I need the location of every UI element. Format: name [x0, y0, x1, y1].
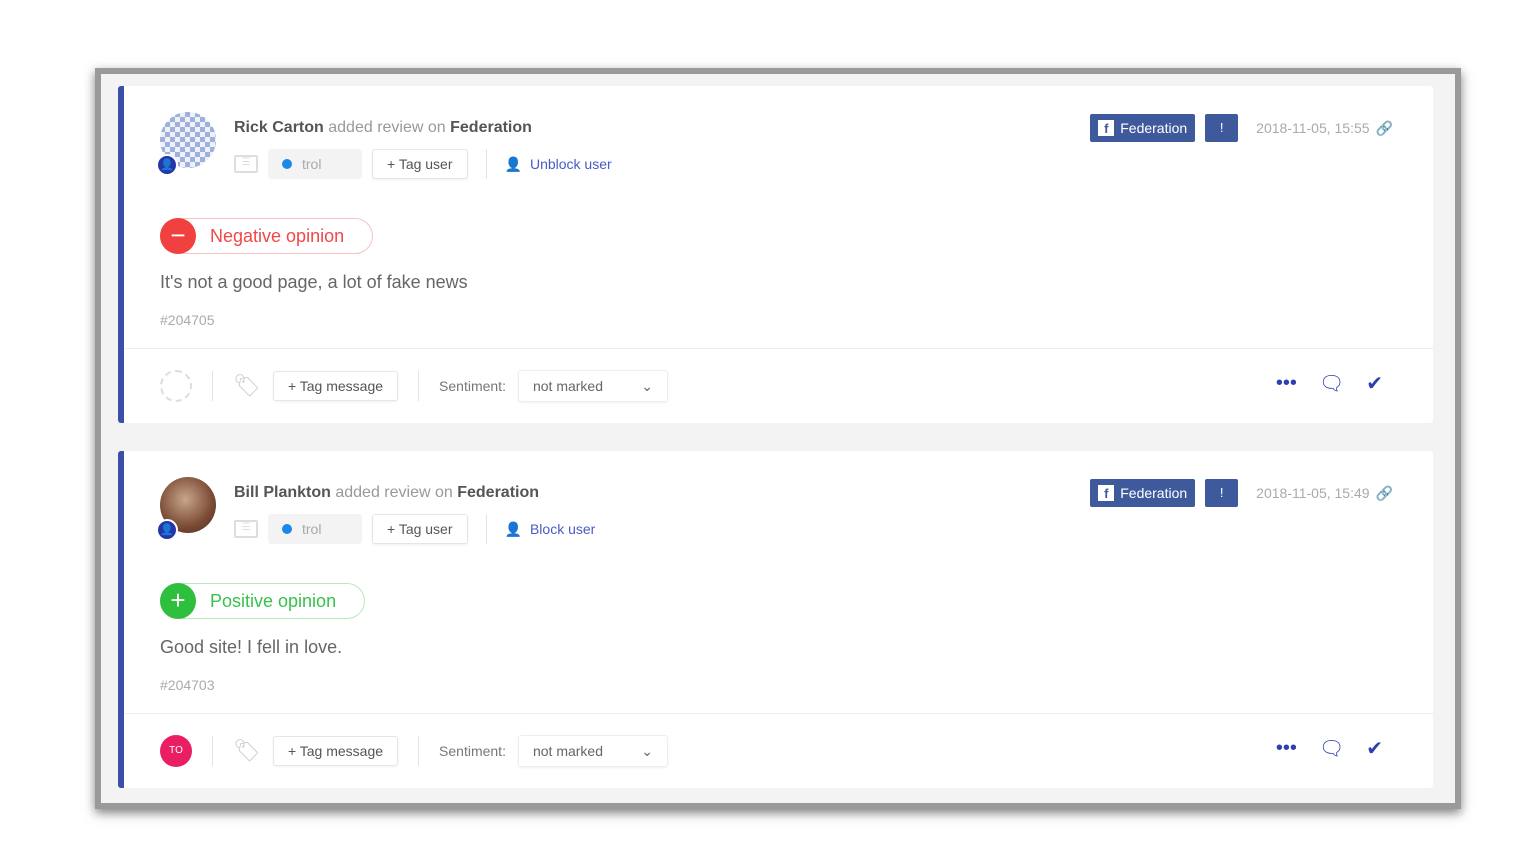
tag-message-button[interactable]: + Tag message: [272, 371, 399, 401]
sentiment-select[interactable]: not marked ⌄: [517, 370, 668, 402]
opinion-badge: − Negative opinion: [160, 217, 374, 254]
label-dot-icon: [282, 524, 292, 534]
id-card-icon[interactable]: ☰: [234, 155, 258, 173]
target-name[interactable]: Federation: [457, 484, 539, 501]
sentiment-value: not marked: [532, 378, 604, 394]
divider: [418, 736, 420, 766]
sentiment-value: not marked: [532, 743, 604, 759]
user-badge-icon: 👤: [156, 519, 178, 541]
opinion-label: Positive opinion: [210, 590, 337, 611]
chevron-down-icon: ⌄: [641, 742, 653, 759]
date-text: 2018-11-05, 15:55: [1256, 119, 1370, 136]
opinion-label: Negative opinion: [210, 225, 345, 246]
sentiment-label: Sentiment:: [439, 378, 506, 394]
divider: [212, 371, 213, 401]
review-footer: TO 🏷 + Tag message Sentiment: not marked…: [124, 713, 1433, 788]
more-icon[interactable]: •••: [1276, 372, 1297, 395]
tag-icon: 🏷: [233, 373, 261, 398]
assignee-placeholder[interactable]: [160, 370, 192, 402]
review-footer: 🏷 + Tag message Sentiment: not marked ⌄ •…: [124, 348, 1433, 423]
plus-icon: +: [160, 582, 196, 619]
opinion-badge: + Positive opinion: [160, 582, 366, 619]
tag-user-button[interactable]: + Tag user: [372, 149, 468, 179]
more-icon[interactable]: •••: [1276, 737, 1297, 760]
date-text: 2018-11-05, 15:49: [1256, 484, 1370, 501]
chevron-down-icon: ⌄: [641, 377, 653, 394]
link-icon[interactable]: 🔗: [1376, 485, 1393, 501]
user-check-icon: 👤: [504, 155, 522, 172]
check-circle-icon[interactable]: ✔: [1366, 736, 1383, 761]
action-text: added review on: [328, 119, 446, 136]
divider: [485, 149, 487, 179]
sentiment-select[interactable]: not marked ⌄: [517, 735, 668, 767]
source-name: Federation: [1120, 120, 1188, 136]
unblock-user-label: Unblock user: [529, 156, 612, 172]
divider: [418, 371, 420, 401]
review-header: Bill Plankton added review on Federation: [234, 484, 539, 502]
tag-message-button[interactable]: + Tag message: [272, 736, 399, 766]
target-name[interactable]: Federation: [450, 119, 532, 136]
review-card: 👤 Rick Carton added review on Federation…: [118, 86, 1433, 423]
review-message-icon[interactable]: !: [1205, 114, 1239, 142]
block-user-link[interactable]: 👤 Block user: [505, 521, 596, 538]
id-card-icon[interactable]: ☰: [234, 520, 258, 538]
minus-icon: −: [160, 217, 196, 254]
sentiment-label: Sentiment:: [439, 743, 506, 759]
divider: [485, 514, 487, 544]
divider: [212, 736, 213, 766]
tag-user-button[interactable]: + Tag user: [372, 514, 468, 544]
review-text: It's not a good page, a lot of fake news: [160, 272, 468, 292]
review-text: Good site! I fell in love.: [160, 637, 343, 657]
reviews-panel: 👤 Rick Carton added review on Federation…: [95, 68, 1461, 809]
user-name[interactable]: Bill Plankton: [234, 484, 331, 501]
timestamp: 2018-11-05, 15:49 🔗: [1256, 485, 1393, 502]
check-circle-icon[interactable]: ✔: [1366, 371, 1383, 396]
timestamp: 2018-11-05, 15:55 🔗: [1256, 120, 1393, 137]
user-badge-icon: 👤: [156, 154, 178, 176]
tag-icon: 🏷: [233, 738, 261, 763]
user-label[interactable]: trol: [268, 149, 362, 179]
source-badge[interactable]: f Federation: [1090, 479, 1196, 507]
comment-icon[interactable]: 🗨: [1319, 736, 1344, 761]
user-label[interactable]: trol: [268, 514, 362, 544]
block-user-label: Block user: [529, 521, 596, 537]
label-text: trol: [302, 156, 322, 172]
label-text: trol: [302, 521, 322, 537]
source-badge[interactable]: f Federation: [1090, 114, 1196, 142]
facebook-icon: f: [1098, 485, 1115, 501]
source-name: Federation: [1120, 485, 1188, 501]
facebook-icon: f: [1098, 120, 1115, 136]
review-id: #204705: [160, 312, 215, 328]
review-header: Rick Carton added review on Federation: [234, 119, 532, 137]
review-card: 👤 Bill Plankton added review on Federati…: [118, 451, 1433, 788]
user-block-icon: 👤: [504, 520, 522, 537]
review-id: #204703: [160, 677, 215, 693]
assignee-avatar[interactable]: TO: [160, 735, 192, 767]
action-text: added review on: [335, 484, 453, 501]
label-dot-icon: [282, 159, 292, 169]
link-icon[interactable]: 🔗: [1376, 120, 1393, 136]
unblock-user-link[interactable]: 👤 Unblock user: [505, 156, 612, 173]
user-name[interactable]: Rick Carton: [234, 119, 324, 136]
review-message-icon[interactable]: !: [1205, 479, 1239, 507]
comment-icon[interactable]: 🗨: [1319, 371, 1344, 396]
